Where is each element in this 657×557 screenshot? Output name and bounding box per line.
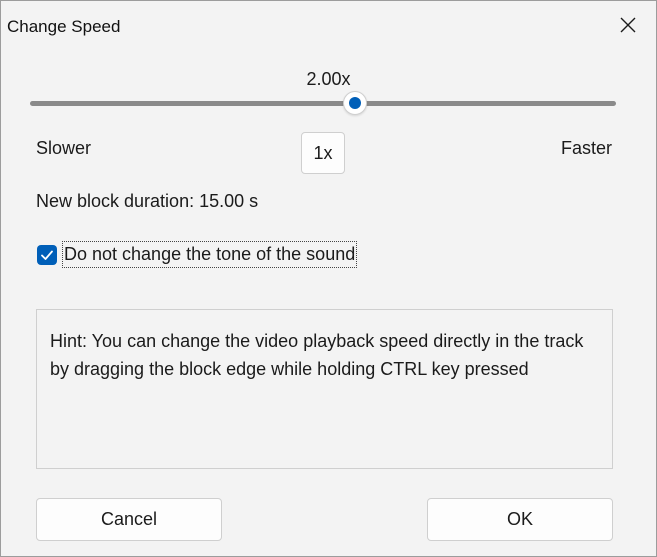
hint-text: Hint: You can change the video playback … (50, 331, 584, 379)
hint-box: Hint: You can change the video playback … (36, 309, 613, 469)
close-button[interactable] (600, 1, 656, 49)
slider-thumb-dot (349, 97, 362, 109)
window-title: Change Speed (7, 17, 121, 36)
preserve-pitch-label[interactable]: Do not change the tone of the sound (62, 241, 358, 268)
reset-speed-button[interactable]: 1x (301, 132, 345, 174)
ok-button[interactable]: OK (427, 498, 613, 541)
checkmark-icon (41, 250, 53, 260)
speed-value-label: 2.00x (306, 69, 351, 89)
faster-label: Faster (560, 138, 612, 158)
close-icon (620, 17, 636, 33)
speed-slider-track[interactable] (30, 101, 616, 106)
preserve-pitch-checkbox[interactable] (37, 244, 57, 265)
change-speed-dialog: Change Speed 2.00x Slower 1x Faster New … (0, 0, 657, 557)
preserve-pitch-option[interactable]: Do not change the tone of the sound (37, 241, 358, 268)
title-bar: Change Speed (1, 1, 656, 51)
speed-slider-thumb[interactable] (343, 91, 368, 115)
cancel-button[interactable]: Cancel (36, 498, 222, 541)
slower-label: Slower (36, 138, 92, 158)
block-duration-text: New block duration: 15.00 s (36, 191, 259, 211)
